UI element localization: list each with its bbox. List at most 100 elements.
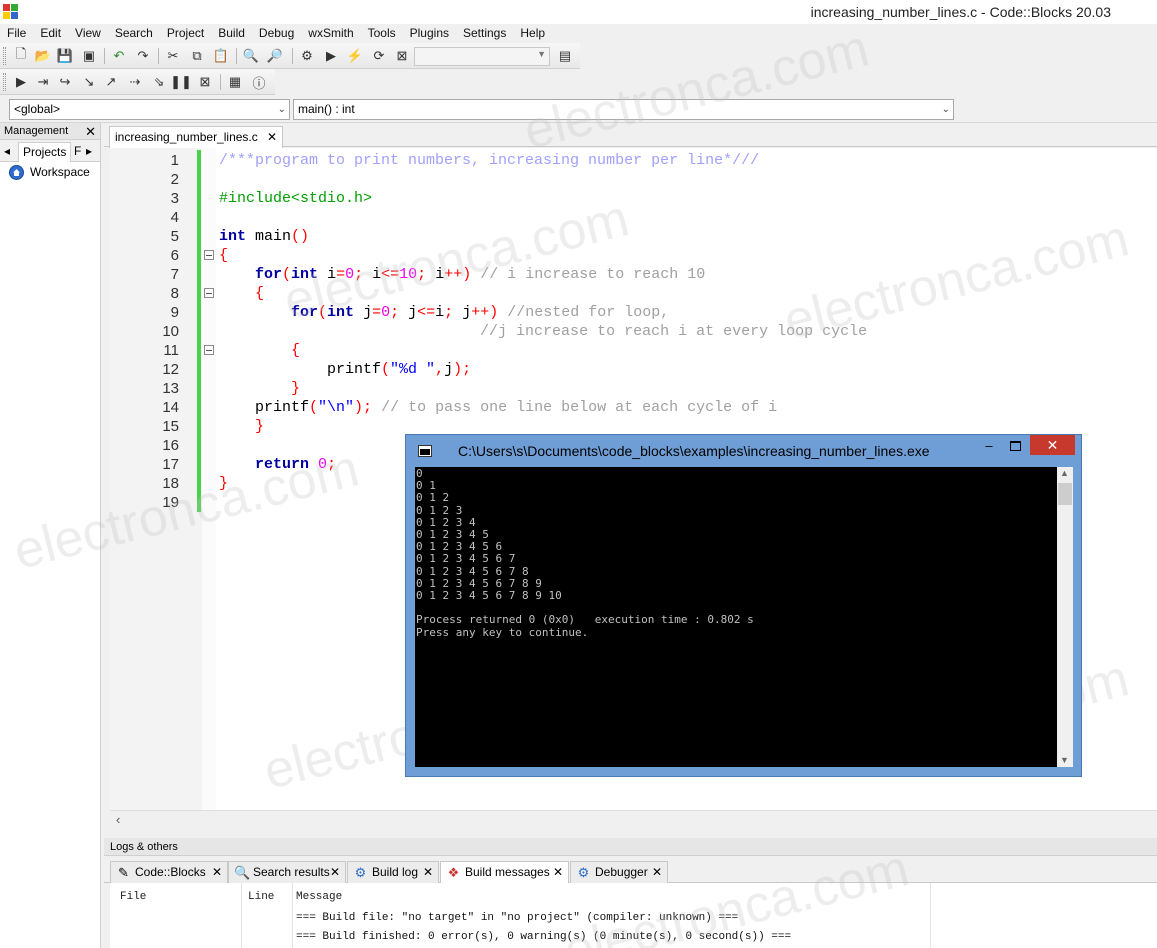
code-line[interactable]: 1 /***program to print numbers, increasin… [110, 151, 1157, 170]
menu-plugins[interactable]: Plugins [403, 24, 456, 42]
log-message[interactable]: === Build finished: 0 error(s), 0 warnin… [296, 931, 791, 943]
menu-project[interactable]: Project [160, 24, 211, 42]
code-line[interactable]: 5 int main() [110, 227, 1157, 246]
fold-toggle-icon[interactable] [204, 250, 214, 260]
console-title-bar[interactable]: C:\Users\s\Documents\code_blocks\example… [406, 435, 1081, 467]
code-line[interactable]: 14 printf("\n"); // to pass one line bel… [110, 398, 1157, 417]
menu-settings[interactable]: Settings [456, 24, 513, 42]
rebuild-icon[interactable]: ⟳ [370, 47, 388, 65]
scope-select[interactable]: <global> ⌄ [9, 99, 290, 120]
abort-icon[interactable]: ⊠ [393, 47, 411, 65]
tab-debugger[interactable]: ⚙ Debugger ✕ [570, 861, 668, 883]
code-line[interactable]: 9 for(int j=0; j<=i; j++) //nested for l… [110, 303, 1157, 322]
step-into-icon[interactable]: ↘ [80, 73, 98, 91]
debug-info-icon[interactable]: ⓘ [250, 73, 268, 91]
cut-icon[interactable]: ✂ [164, 47, 182, 65]
code-line[interactable]: 13 } [110, 379, 1157, 398]
open-folder-icon[interactable]: 📂 [34, 47, 52, 65]
code-line[interactable]: 12 printf("%d ",j); [110, 360, 1157, 379]
menu-debug[interactable]: Debug [252, 24, 301, 42]
menu-wxsmith[interactable]: wxSmith [301, 24, 360, 42]
tab-build-log[interactable]: ⚙ Build log ✕ [347, 861, 439, 883]
save-all-icon[interactable]: ▣ [80, 47, 98, 65]
close-icon[interactable]: ✕ [553, 862, 563, 882]
menu-edit[interactable]: Edit [33, 24, 68, 42]
code-line[interactable]: 6{ [110, 246, 1157, 265]
copy-icon[interactable]: ⧉ [188, 47, 206, 65]
code-token: ( [282, 266, 292, 283]
tab-build-messages[interactable]: ❖ Build messages ✕ [440, 861, 569, 883]
tab-scroll-right-icon[interactable]: ▸ [84, 142, 94, 162]
build-messages-list[interactable]: File Line Message === Build file: "no ta… [110, 883, 1157, 948]
tab-increasing-number-lines[interactable]: increasing_number_lines.c ✕ [109, 126, 283, 148]
column-header-message[interactable]: Message [296, 891, 342, 903]
console-window[interactable]: C:\Users\s\Documents\code_blocks\example… [405, 434, 1082, 777]
toolbar-grip[interactable] [3, 47, 6, 65]
close-icon[interactable]: ✕ [85, 123, 96, 140]
menu-tools[interactable]: Tools [361, 24, 403, 42]
toolbar-grip[interactable] [3, 73, 6, 91]
step-into-instruction-icon[interactable]: ⇘ [150, 73, 168, 91]
show-target-dialog-icon[interactable]: ▤ [556, 47, 574, 65]
code-line[interactable]: 4 [110, 208, 1157, 227]
code-token: i [426, 266, 445, 283]
fold-toggle-icon[interactable] [204, 288, 214, 298]
new-file-icon[interactable]: 🗋 [12, 46, 30, 65]
maximize-button[interactable] [1008, 439, 1022, 453]
build-and-run-icon[interactable]: ⚡ [346, 47, 364, 65]
build-target-select[interactable]: ▼ [414, 47, 550, 66]
close-button[interactable]: ✕ [1030, 435, 1075, 455]
chevron-up-icon[interactable]: ▲ [1060, 468, 1069, 478]
scrollbar-thumb[interactable] [1058, 483, 1072, 505]
menu-search[interactable]: Search [108, 24, 160, 42]
code-line[interactable]: 11 { [110, 341, 1157, 360]
tab-scroll-left-icon[interactable]: ◂ [2, 142, 12, 162]
close-icon[interactable]: ✕ [652, 862, 662, 882]
run-to-cursor-icon[interactable]: ⇥ [34, 73, 52, 91]
step-out-icon[interactable]: ↗ [102, 73, 120, 91]
tab-files[interactable]: F [72, 142, 83, 162]
debug-continue-icon[interactable]: ▶ [12, 73, 30, 91]
stop-icon[interactable]: ⊠ [196, 73, 214, 91]
chevron-left-icon[interactable]: ‹ [116, 812, 120, 827]
minimize-button[interactable]: – [982, 439, 996, 453]
console-output[interactable]: 0 0 1 0 1 2 0 1 2 3 0 1 2 3 4 0 1 2 3 4 … [415, 467, 1057, 767]
tab-projects[interactable]: Projects [18, 142, 72, 162]
close-icon[interactable]: ✕ [267, 127, 277, 148]
code-line[interactable]: 2 [110, 170, 1157, 189]
close-icon[interactable]: ✕ [423, 862, 433, 882]
undo-icon[interactable]: ↶ [110, 47, 128, 65]
replace-icon[interactable]: 🔎 [266, 47, 284, 65]
console-scrollbar[interactable]: ▲ ▼ [1057, 467, 1073, 767]
tab-search-results[interactable]: 🔍 Search results ✕ [228, 861, 346, 883]
fold-toggle-icon[interactable] [204, 345, 214, 355]
close-icon[interactable]: ✕ [212, 862, 222, 882]
pause-icon[interactable]: ❚❚ [170, 73, 192, 91]
debug-windows-icon[interactable]: ▦ [226, 73, 244, 91]
menu-file[interactable]: File [0, 24, 33, 42]
build-gear-icon[interactable]: ⚙ [298, 47, 316, 65]
redo-icon[interactable]: ↷ [134, 47, 152, 65]
run-icon[interactable]: ▶ [322, 47, 340, 65]
save-icon[interactable]: 💾 [56, 47, 74, 65]
paste-icon[interactable]: 📋 [212, 47, 230, 65]
horizontal-scrollbar[interactable]: ‹ [110, 810, 1157, 828]
next-line-icon[interactable]: ↪ [56, 73, 74, 91]
column-header-line[interactable]: Line [248, 891, 274, 903]
log-message[interactable]: === Build file: "no target" in "no proje… [296, 912, 738, 924]
function-select[interactable]: main() : int ⌄ [293, 99, 954, 120]
code-line[interactable]: 8 { [110, 284, 1157, 303]
menu-build[interactable]: Build [211, 24, 252, 42]
find-icon[interactable]: 🔍 [242, 47, 260, 65]
code-line[interactable]: 10 //j increase to reach i at every loop… [110, 322, 1157, 341]
menu-help[interactable]: Help [513, 24, 552, 42]
code-line[interactable]: 7 for(int i=0; i<=10; i++) // i increase… [110, 265, 1157, 284]
next-instruction-icon[interactable]: ⇢ [126, 73, 144, 91]
workspace-node[interactable]: Workspace [0, 162, 100, 182]
code-line[interactable]: 3 #include<stdio.h> [110, 189, 1157, 208]
menu-view[interactable]: View [68, 24, 108, 42]
tab-codeblocks-log[interactable]: ✎ Code::Blocks ✕ [110, 861, 228, 883]
close-icon[interactable]: ✕ [330, 862, 340, 882]
chevron-down-icon[interactable]: ▼ [1060, 755, 1069, 765]
column-header-file[interactable]: File [120, 891, 146, 903]
